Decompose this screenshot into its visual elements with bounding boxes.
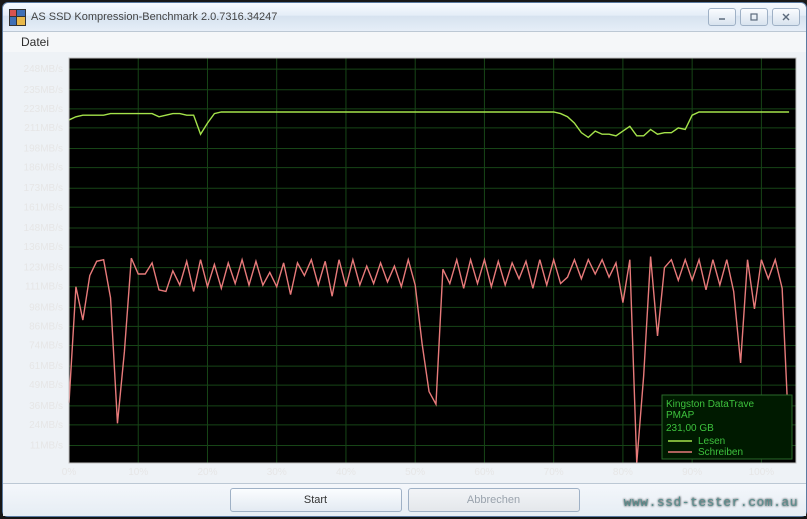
app-window: AS SSD Kompression-Benchmark 2.0.7316.34… <box>2 2 807 517</box>
chart-svg: 11MB/s 24MB/s 36MB/s 49MB/s 61MB/s 74MB/s 86MB… <box>7 54 802 481</box>
svg-text:10%: 10% <box>128 467 148 478</box>
svg-text:40%: 40% <box>336 467 356 478</box>
svg-text:30%: 30% <box>267 467 287 478</box>
titlebar[interactable]: AS SSD Kompression-Benchmark 2.0.7316.34… <box>3 3 806 32</box>
svg-text:0%: 0% <box>62 467 77 478</box>
menu-datei[interactable]: Datei <box>13 33 57 51</box>
cancel-button: Abbrechen <box>408 488 580 512</box>
svg-text:20%: 20% <box>197 467 217 478</box>
svg-text:248MB/s: 248MB/s <box>24 64 63 75</box>
svg-text:49MB/s: 49MB/s <box>29 380 63 391</box>
svg-text:24MB/s: 24MB/s <box>29 420 63 431</box>
svg-text:86MB/s: 86MB/s <box>29 321 63 332</box>
svg-text:36MB/s: 36MB/s <box>29 401 63 412</box>
maximize-button[interactable] <box>740 8 768 26</box>
svg-text:223MB/s: 223MB/s <box>24 104 63 115</box>
start-button[interactable]: Start <box>230 488 402 512</box>
svg-text:136MB/s: 136MB/s <box>24 242 63 253</box>
svg-text:Schreiben: Schreiben <box>698 447 743 458</box>
watermark: www.ssd-tester.com.au <box>624 495 798 510</box>
svg-text:211MB/s: 211MB/s <box>24 123 63 134</box>
app-icon <box>9 9 25 25</box>
svg-text:98MB/s: 98MB/s <box>29 302 63 313</box>
svg-text:235MB/s: 235MB/s <box>24 85 63 96</box>
svg-text:186MB/s: 186MB/s <box>24 163 63 174</box>
svg-text:123MB/s: 123MB/s <box>24 263 63 274</box>
svg-text:Kingston DataTrave: Kingston DataTrave <box>666 399 754 410</box>
svg-text:90%: 90% <box>682 467 702 478</box>
svg-text:60%: 60% <box>474 467 494 478</box>
footer: Start Abbrechen www.ssd-tester.com.au <box>3 483 806 516</box>
minimize-button[interactable] <box>708 8 736 26</box>
svg-text:74MB/s: 74MB/s <box>29 340 63 351</box>
svg-text:11MB/s: 11MB/s <box>30 441 63 452</box>
svg-text:PMAP: PMAP <box>666 410 695 421</box>
window-controls <box>708 8 800 26</box>
svg-text:100%: 100% <box>749 467 775 478</box>
svg-text:80%: 80% <box>613 467 633 478</box>
svg-text:231,00 GB: 231,00 GB <box>666 423 714 434</box>
svg-text:173MB/s: 173MB/s <box>24 183 63 194</box>
svg-text:61MB/s: 61MB/s <box>29 361 63 372</box>
close-button[interactable] <box>772 8 800 26</box>
svg-text:50%: 50% <box>405 467 425 478</box>
svg-text:111MB/s: 111MB/s <box>25 282 63 293</box>
svg-text:148MB/s: 148MB/s <box>24 223 63 234</box>
svg-text:161MB/s: 161MB/s <box>24 202 63 213</box>
svg-text:198MB/s: 198MB/s <box>24 144 63 155</box>
svg-text:Lesen: Lesen <box>698 436 725 447</box>
menu-bar: Datei <box>3 32 806 52</box>
window-title: AS SSD Kompression-Benchmark 2.0.7316.34… <box>31 11 708 23</box>
compression-chart: 11MB/s 24MB/s 36MB/s 49MB/s 61MB/s 74MB/s 86MB… <box>7 54 802 481</box>
svg-text:70%: 70% <box>544 467 564 478</box>
